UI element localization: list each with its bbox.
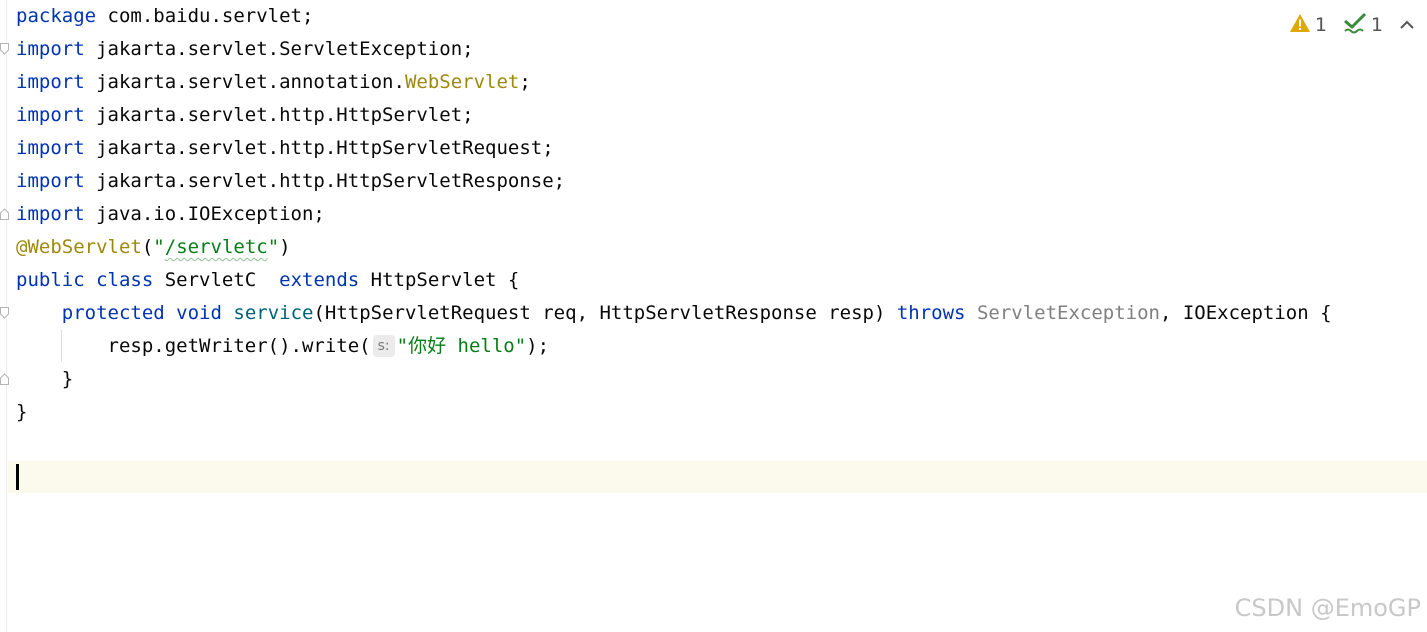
code-text: (HttpServletRequest req, HttpServletResp… — [313, 302, 897, 324]
code-text: } — [16, 401, 28, 423]
code-line[interactable]: @WebServlet("/servletc") — [16, 231, 291, 264]
weak-warnings-count: 1 — [1370, 14, 1383, 36]
fold-marker-icon[interactable] — [0, 208, 9, 220]
code-text: resp.getWriter().write( — [107, 335, 371, 357]
string-literal: " — [267, 236, 280, 258]
keyword: protected — [61, 302, 165, 324]
annotation: @WebServlet — [16, 236, 142, 258]
code-line[interactable]: import jakarta.servlet.annotation.WebSer… — [16, 66, 531, 99]
keyword: import — [16, 71, 85, 93]
keyword: public — [16, 269, 85, 291]
watermark: CSDN @EmoGP — [1234, 594, 1421, 622]
keyword: class — [96, 269, 154, 291]
keyword: import — [16, 170, 85, 192]
code-text: java.io.IOException; — [84, 203, 325, 225]
inspection-widget[interactable]: 1 1 — [1289, 12, 1415, 38]
warning-icon — [1289, 13, 1311, 38]
keyword: package — [16, 5, 97, 27]
keyword: import — [16, 203, 85, 225]
code-text: jakarta.servlet.http.HttpServletRequest; — [84, 137, 554, 159]
class-name: ServletC — [153, 269, 280, 291]
unused-exception: ServletException — [965, 302, 1160, 324]
warnings-count: 1 — [1314, 14, 1327, 36]
code-line[interactable]: protected void service(HttpServletReques… — [16, 297, 1332, 330]
code-text: com.baidu.servlet; — [96, 5, 314, 27]
code-line[interactable]: import jakarta.servlet.http.HttpServletR… — [16, 165, 565, 198]
code-text: } — [16, 368, 74, 390]
code-text: jakarta.servlet.annotation. — [84, 71, 405, 93]
code-text: ) — [279, 236, 291, 258]
code-line[interactable]: import jakarta.servlet.http.HttpServletR… — [16, 132, 554, 165]
string-literal: " — [153, 236, 165, 258]
code-line[interactable]: } — [16, 363, 73, 396]
string-literal: "你好 hello" — [396, 335, 527, 357]
method-name: service — [233, 302, 314, 324]
chevron-up-icon[interactable] — [1399, 14, 1415, 36]
keyword: import — [16, 137, 85, 159]
weak-warnings-indicator[interactable]: 1 — [1343, 12, 1383, 39]
check-icon — [1343, 12, 1367, 39]
keyword: void — [176, 302, 222, 324]
annotation-class: WebServlet — [404, 71, 520, 93]
code-text: jakarta.servlet.ServletException; — [84, 38, 474, 60]
code-text: HttpServlet { — [359, 269, 520, 291]
code-line[interactable]: package com.baidu.servlet; — [16, 0, 313, 33]
code-text: ; — [519, 71, 531, 93]
keyword: import — [16, 38, 85, 60]
code-line[interactable]: import jakarta.servlet.ServletException; — [16, 33, 474, 66]
keyword: import — [16, 104, 85, 126]
code-text: ); — [526, 335, 550, 357]
code-line[interactable]: import jakarta.servlet.http.HttpServlet; — [16, 99, 474, 132]
code-text: jakarta.servlet.http.HttpServlet; — [84, 104, 474, 126]
code-line[interactable]: public class ServletC extends HttpServle… — [16, 264, 519, 297]
string-literal: /servletc — [164, 236, 268, 258]
code-text: , IOException { — [1159, 302, 1332, 324]
keyword: extends — [279, 269, 360, 291]
fold-marker-icon[interactable] — [0, 43, 9, 55]
code-text: jakarta.servlet.http.HttpServletResponse… — [84, 170, 566, 192]
warnings-indicator[interactable]: 1 — [1289, 13, 1327, 38]
current-line-highlight — [8, 461, 1427, 493]
code-line[interactable]: resp.getWriter().write(s: "你好 hello"); — [16, 330, 549, 363]
fold-marker-icon[interactable] — [0, 373, 9, 385]
text-caret — [16, 464, 19, 490]
code-line[interactable]: import java.io.IOException; — [16, 198, 325, 231]
fold-marker-icon[interactable] — [0, 307, 9, 319]
parameter-hint: s: — [372, 335, 395, 357]
code-text: ( — [141, 236, 154, 258]
code-editor[interactable]: package com.baidu.servlet; import jakart… — [0, 0, 1427, 632]
code-line[interactable]: } — [16, 396, 27, 429]
keyword: throws — [896, 302, 966, 324]
